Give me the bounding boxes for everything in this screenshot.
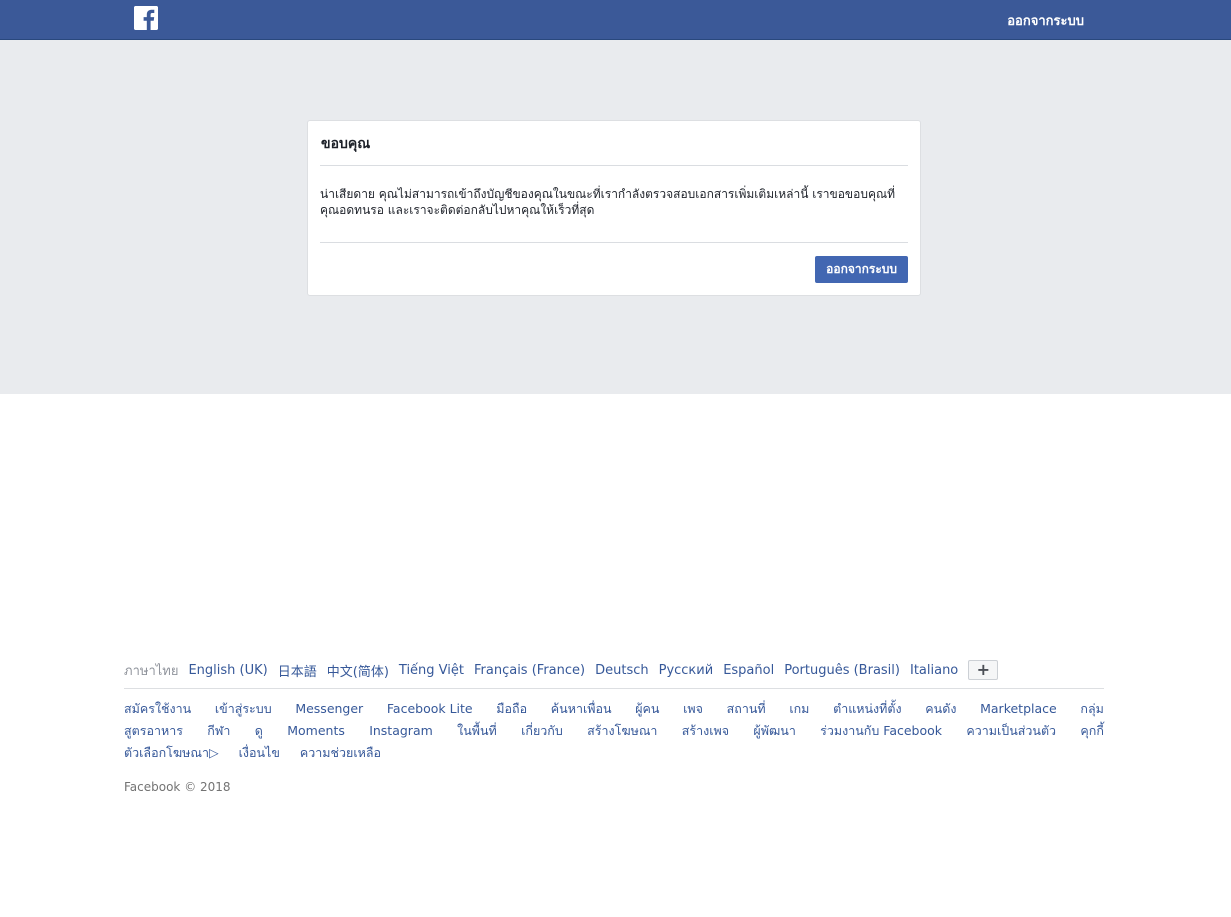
footer-link[interactable]: ความเป็นส่วนตัว	[966, 720, 1056, 742]
footer-link[interactable]: ดู	[255, 720, 263, 742]
footer-link[interactable]: เกม	[789, 698, 809, 720]
footer-link[interactable]: Marketplace	[980, 698, 1057, 720]
footer-link[interactable]: สถานที่	[727, 698, 766, 720]
footer-link[interactable]: Moments	[287, 720, 345, 742]
footer-links: สมัครใช้งาน เข้าสู่ระบบ Messenger Facebo…	[124, 698, 1104, 764]
footer-link[interactable]: Instagram	[369, 720, 433, 742]
language-current: ภาษาไทย	[124, 663, 179, 679]
footer-link[interactable]: กีฬา	[207, 720, 230, 742]
dialog-divider	[320, 242, 908, 243]
language-link[interactable]: Español	[723, 663, 774, 678]
facebook-f-icon[interactable]	[134, 6, 158, 30]
footer-divider	[124, 688, 1104, 689]
language-link[interactable]: 中文(简体)	[327, 661, 389, 680]
header-logout-link[interactable]: ออกจากระบบ	[1007, 10, 1084, 31]
dialog-title: ขอบคุณ	[321, 136, 371, 152]
page-footer: ภาษาไทย English (UK) 日本語 中文(简体) Tiếng Vi…	[124, 658, 1104, 794]
language-link[interactable]: 日本語	[278, 661, 317, 680]
footer-link[interactable]: เพจ	[683, 698, 703, 720]
language-link[interactable]: Français (France)	[474, 663, 585, 678]
thank-you-dialog: ขอบคุณ น่าเสียดาย คุณไม่สามารถเข้าถึงบัญ…	[307, 120, 921, 296]
footer-link[interactable]: คนดัง	[925, 698, 956, 720]
footer-link[interactable]: มือถือ	[496, 698, 527, 720]
footer-links-row: สูตรอาหาร กีฬา ดู Moments Instagram ในพื…	[124, 720, 1104, 742]
footer-links-row: ตัวเลือกโฆษณา▷ เงื่อนไข ความช่วยเหลือ	[124, 742, 1104, 764]
footer-link[interactable]: สูตรอาหาร	[124, 720, 183, 742]
language-link[interactable]: Português (Brasil)	[784, 663, 900, 678]
footer-link[interactable]: เกี่ยวกับ	[521, 720, 563, 742]
language-link[interactable]: Deutsch	[595, 663, 649, 678]
language-link[interactable]: Italiano	[910, 663, 958, 678]
footer-link[interactable]: สมัครใช้งาน	[124, 698, 191, 720]
footer-link[interactable]: กลุ่ม	[1080, 698, 1103, 720]
more-languages-button[interactable]: +	[968, 660, 999, 680]
dialog-message: น่าเสียดาย คุณไม่สามารถเข้าถึงบัญชีของคุ…	[320, 187, 896, 217]
footer-links-row: สมัครใช้งาน เข้าสู่ระบบ Messenger Facebo…	[124, 698, 1104, 720]
language-selector: ภาษาไทย English (UK) 日本語 中文(简体) Tiếng Vi…	[124, 658, 1104, 682]
footer-link[interactable]: สร้างโฆษณา	[587, 720, 657, 742]
language-link[interactable]: Tiếng Việt	[399, 663, 464, 678]
footer-link[interactable]: ความช่วยเหลือ	[300, 742, 381, 764]
footer-link[interactable]: ผู้พัฒนา	[753, 720, 795, 742]
language-link[interactable]: English (UK)	[188, 663, 267, 678]
top-navigation-bar: ออกจากระบบ	[0, 0, 1231, 40]
ad-choices-link[interactable]: ตัวเลือกโฆษณา▷	[124, 742, 219, 764]
language-link[interactable]: Русский	[659, 663, 714, 678]
footer-link[interactable]: Facebook Lite	[387, 698, 473, 720]
footer-link[interactable]: ตำแหน่งที่ตั้ง	[833, 698, 902, 720]
footer-link[interactable]: สร้างเพจ	[682, 720, 729, 742]
footer-link[interactable]: ในพื้นที่	[457, 720, 497, 742]
footer-link[interactable]: ค้นหาเพื่อน	[551, 698, 612, 720]
footer-link[interactable]: Messenger	[295, 698, 363, 720]
footer-link[interactable]: ร่วมงานกับ Facebook	[820, 720, 942, 742]
footer-link[interactable]: เข้าสู่ระบบ	[215, 698, 272, 720]
copyright-text: Facebook © 2018	[124, 780, 231, 794]
footer-link[interactable]: คุกกี้	[1080, 720, 1104, 742]
footer-link[interactable]: เงื่อนไข	[239, 742, 280, 764]
logout-button[interactable]: ออกจากระบบ	[815, 256, 908, 283]
footer-link[interactable]: ผู้คน	[635, 698, 659, 720]
dialog-divider	[320, 165, 908, 166]
